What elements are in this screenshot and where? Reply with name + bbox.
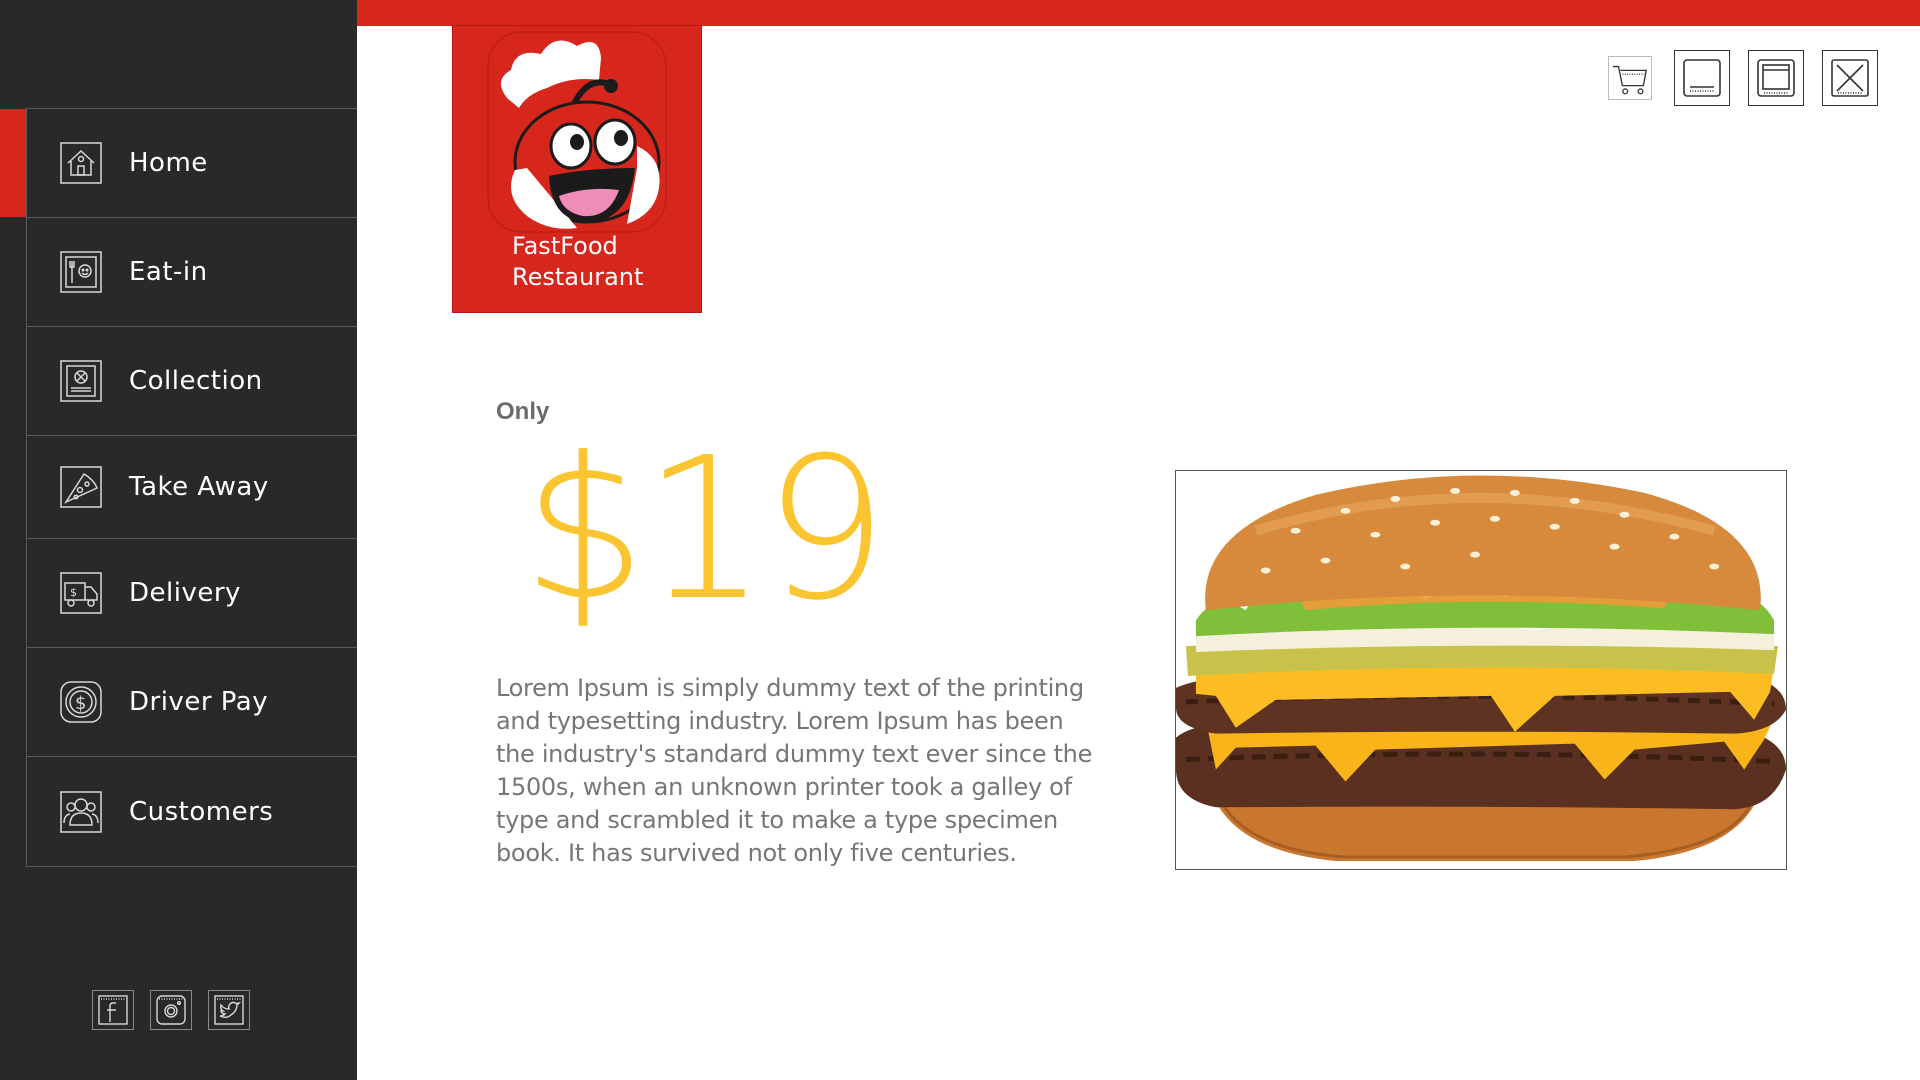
- mascot-bee-icon: [487, 31, 667, 233]
- sidebar-item-label: Delivery: [129, 578, 241, 608]
- sidebar-item-delivery[interactable]: $ Delivery: [26, 538, 357, 647]
- sidebar-item-driver-pay[interactable]: $ Driver Pay: [26, 647, 357, 756]
- sidebar-item-label: Collection: [129, 366, 263, 396]
- sidebar-nav: Home Eat-in Collection Take Away $ Deliv…: [0, 108, 357, 867]
- cart-icon[interactable]: [1608, 56, 1652, 100]
- close-icon: [1831, 59, 1869, 97]
- sidebar-item-label: Driver Pay: [129, 687, 269, 717]
- sidebar-item-eat-in[interactable]: Eat-in: [26, 217, 357, 326]
- social-links: [92, 990, 250, 1030]
- twitter-icon[interactable]: [208, 990, 250, 1030]
- dollar-coin-icon: $: [60, 681, 102, 723]
- minimize-button[interactable]: [1674, 50, 1730, 106]
- sidebar-item-customers[interactable]: Customers: [26, 756, 357, 867]
- top-accent-bar: [357, 0, 1920, 26]
- facebook-icon[interactable]: [92, 990, 134, 1030]
- restaurant-logo: FastFood Restaurant: [452, 25, 702, 313]
- svg-text:$: $: [75, 693, 86, 714]
- close-button[interactable]: [1822, 50, 1878, 106]
- sidebar-item-label: Eat-in: [129, 257, 208, 287]
- eat-in-icon: [60, 251, 102, 293]
- pizza-slice-icon: [60, 466, 102, 508]
- sidebar: Home Eat-in Collection Take Away $ Deliv…: [0, 0, 357, 1080]
- product-description: Lorem Ipsum is simply dummy text of the …: [496, 674, 1093, 867]
- logo-text: FastFood Restaurant: [512, 231, 643, 293]
- logo-line-1: FastFood: [512, 232, 618, 260]
- sidebar-item-take-away[interactable]: Take Away: [26, 435, 357, 538]
- window-controls: [1608, 50, 1878, 106]
- logo-line-2: Restaurant: [512, 263, 644, 291]
- svg-text:$: $: [70, 586, 77, 599]
- sidebar-item-home[interactable]: Home: [0, 108, 357, 217]
- sidebar-item-label: Take Away: [129, 472, 269, 502]
- burger-image: [1175, 470, 1787, 870]
- maximize-icon: [1757, 59, 1795, 97]
- home-icon: [60, 142, 102, 184]
- price: $19: [522, 416, 888, 644]
- maximize-button[interactable]: [1748, 50, 1804, 106]
- minimize-icon: [1683, 59, 1721, 97]
- customers-icon: [60, 790, 102, 833]
- sidebar-item-label: Customers: [129, 796, 274, 827]
- instagram-icon[interactable]: [150, 990, 192, 1030]
- collection-icon: [60, 360, 102, 402]
- sidebar-item-collection[interactable]: Collection: [26, 326, 357, 435]
- delivery-truck-icon: $: [60, 572, 102, 614]
- sidebar-item-label: Home: [129, 148, 208, 178]
